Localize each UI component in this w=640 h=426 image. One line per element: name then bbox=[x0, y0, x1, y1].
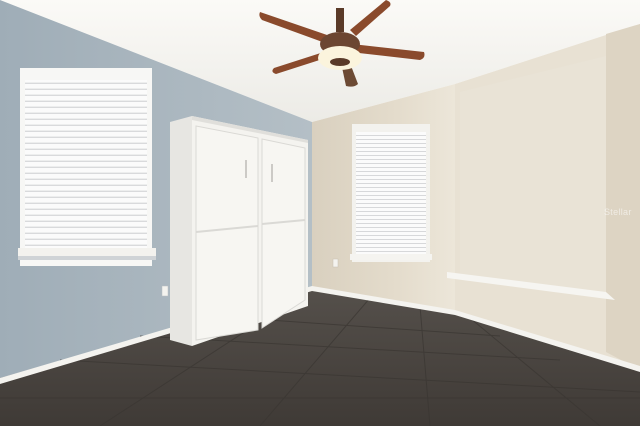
room-photo: Stellar bbox=[0, 0, 640, 426]
room-illustration bbox=[0, 0, 640, 426]
photo-watermark: Stellar bbox=[604, 207, 632, 217]
alcove-recess bbox=[460, 56, 606, 292]
murphy-bed-cabinet bbox=[170, 116, 308, 346]
center-window bbox=[350, 124, 432, 262]
alcove-column bbox=[606, 24, 640, 370]
wall-outlet-back bbox=[332, 258, 339, 268]
left-window bbox=[18, 68, 156, 266]
wall-outlet-left bbox=[161, 285, 169, 297]
